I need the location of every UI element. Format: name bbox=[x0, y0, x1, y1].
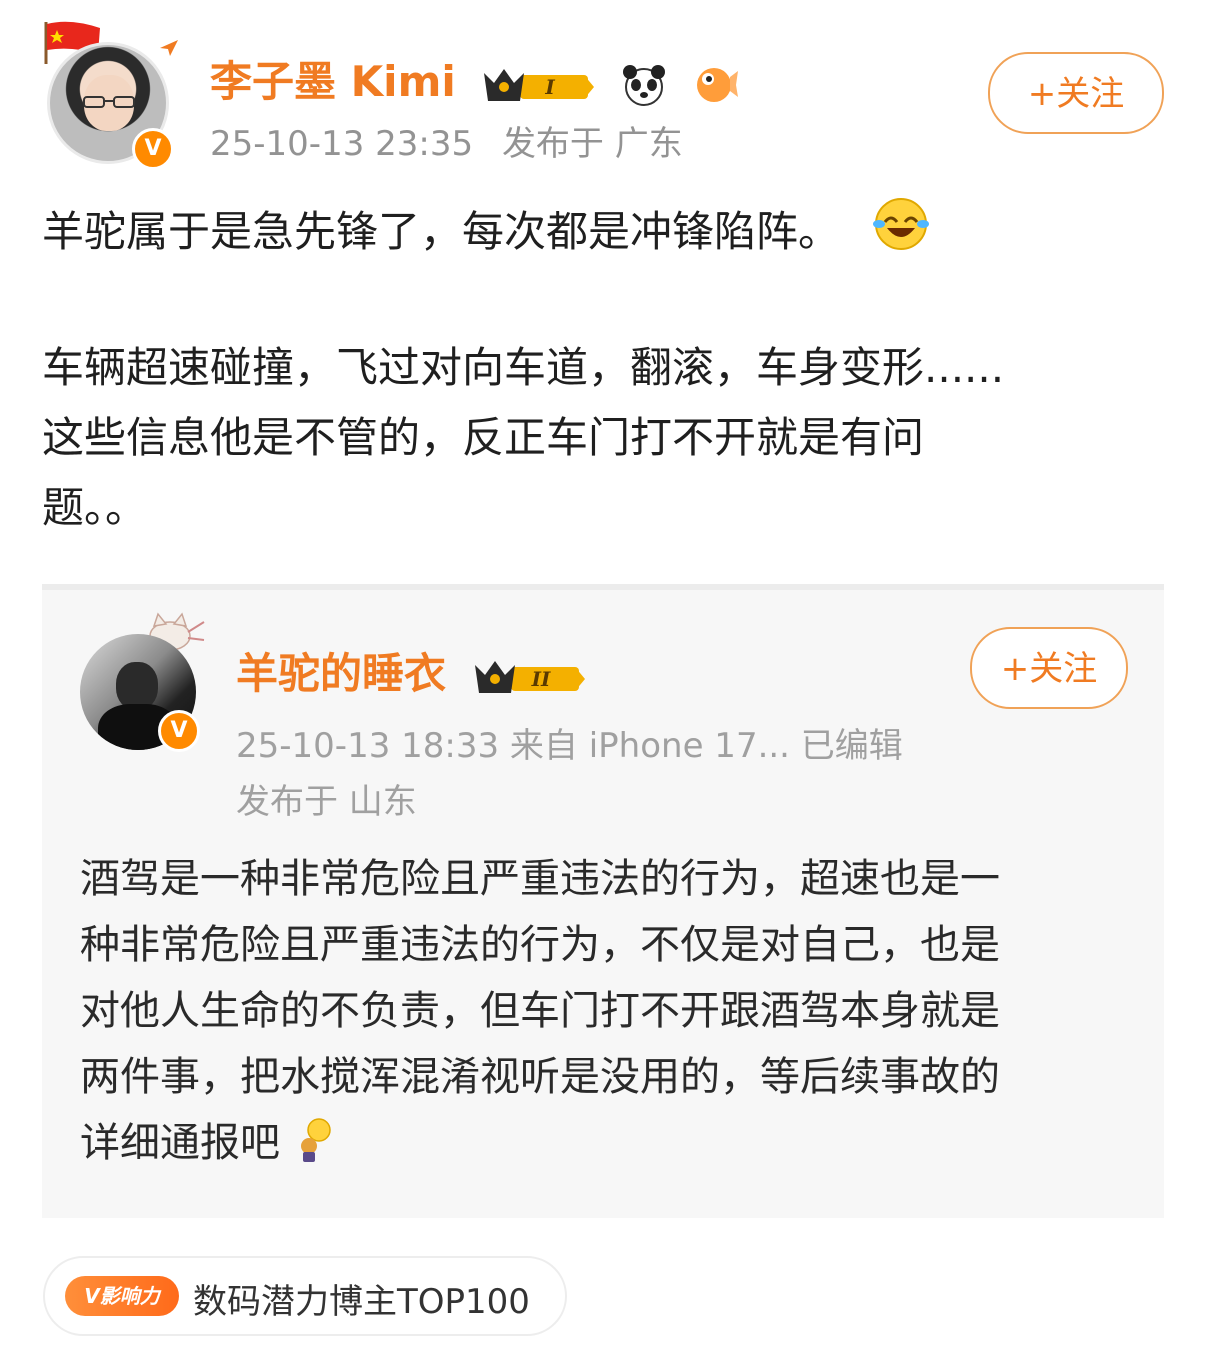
laugh-cry-emoji-icon bbox=[873, 198, 930, 250]
crown-level-badge-icon: II bbox=[474, 660, 585, 693]
post-text-line: 车辆超速碰撞，飞过对向车道，翻滚，车身变形...... bbox=[42, 343, 1005, 392]
follow-button[interactable]: +关注 bbox=[988, 52, 1164, 134]
repost-text-line: 对他人生命的不负责，但车门打不开跟酒驾本身就是 bbox=[80, 988, 1000, 1034]
repost-text-line: 详细通报吧 bbox=[80, 1110, 335, 1176]
author-name-text[interactable]: 李子墨 Kimi bbox=[210, 57, 456, 106]
svg-text:II: II bbox=[530, 667, 550, 691]
panda-icon bbox=[622, 64, 665, 106]
post-location: 发布于 广东 bbox=[501, 124, 683, 164]
repost-text-line: 两件事，把水搅浑混淆视听是没用的，等后续事故的 bbox=[80, 1054, 1000, 1100]
crown-level-badge-icon: I bbox=[484, 68, 595, 101]
svg-text:I: I bbox=[545, 75, 556, 99]
pufferfish-icon bbox=[696, 67, 738, 102]
influence-tag[interactable]: V影响力 数码潜力博主TOP100 bbox=[43, 1256, 567, 1336]
repost-location: 发布于 山东 bbox=[236, 782, 417, 822]
post-text-line: 题。。 bbox=[42, 483, 148, 532]
repost-text-line: 种非常危险且严重违法的行为，不仅是对自己，也是 bbox=[80, 922, 1000, 968]
verified-badge-icon: V bbox=[158, 710, 200, 752]
verified-badge-icon: V bbox=[132, 128, 174, 170]
lightbulb-emoji-icon bbox=[300, 1118, 331, 1162]
repost-text-line: 酒驾是一种非常危险且严重违法的行为，超速也是一 bbox=[80, 856, 1000, 902]
post-text-line: 这些信息他是不管的，反正车门打不开就是有问 bbox=[42, 413, 925, 462]
post-timestamp: 25-10-13 23:35 bbox=[210, 124, 474, 164]
decoration-plane-icon bbox=[160, 40, 178, 56]
influence-badge: V影响力 bbox=[65, 1276, 179, 1316]
influence-text: 数码潜力博主TOP100 bbox=[193, 1282, 530, 1322]
repost-meta-line: 25-10-13 18:33 来自 iPhone 17... 已编辑 bbox=[236, 726, 903, 766]
repost-author-name-text[interactable]: 羊驼的睡衣 bbox=[236, 649, 446, 698]
repost-avatar-area[interactable]: V bbox=[80, 610, 210, 752]
author-avatar-area[interactable]: V bbox=[40, 20, 180, 170]
post-meta: 25-10-13 23:35 发布于 广东 bbox=[210, 116, 683, 165]
repost-author-name[interactable]: 羊驼的睡衣 II bbox=[236, 640, 587, 701]
repost-follow-button[interactable]: +关注 bbox=[970, 627, 1128, 709]
author-name[interactable]: 李子墨 Kimi I bbox=[210, 48, 740, 109]
post-text-line: 羊驼属于是急先锋了，每次都是冲锋陷阵。 bbox=[42, 196, 930, 267]
